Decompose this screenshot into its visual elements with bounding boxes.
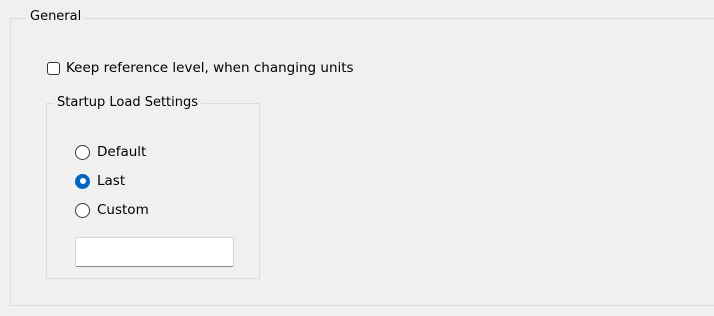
radio-custom-label[interactable]: Custom xyxy=(97,201,149,219)
radio-default[interactable]: Default xyxy=(75,143,146,161)
radio-unselected-icon[interactable] xyxy=(75,144,90,160)
startup-load-settings-title: Startup Load Settings xyxy=(54,95,202,111)
keep-reference-level-checkbox[interactable]: Keep reference level, when changing unit… xyxy=(47,59,354,77)
radio-custom[interactable]: Custom xyxy=(75,201,149,219)
radio-unselected-icon[interactable] xyxy=(75,202,90,218)
radio-last[interactable]: Last xyxy=(75,172,125,190)
radio-selected-icon[interactable] xyxy=(75,173,90,189)
general-group-title: General xyxy=(27,9,85,25)
radio-default-label[interactable]: Default xyxy=(97,143,146,161)
custom-settings-path-input[interactable] xyxy=(75,237,234,267)
checkbox-unchecked-icon[interactable] xyxy=(47,61,60,75)
keep-reference-level-label[interactable]: Keep reference level, when changing unit… xyxy=(66,59,354,77)
radio-last-label[interactable]: Last xyxy=(97,172,125,190)
